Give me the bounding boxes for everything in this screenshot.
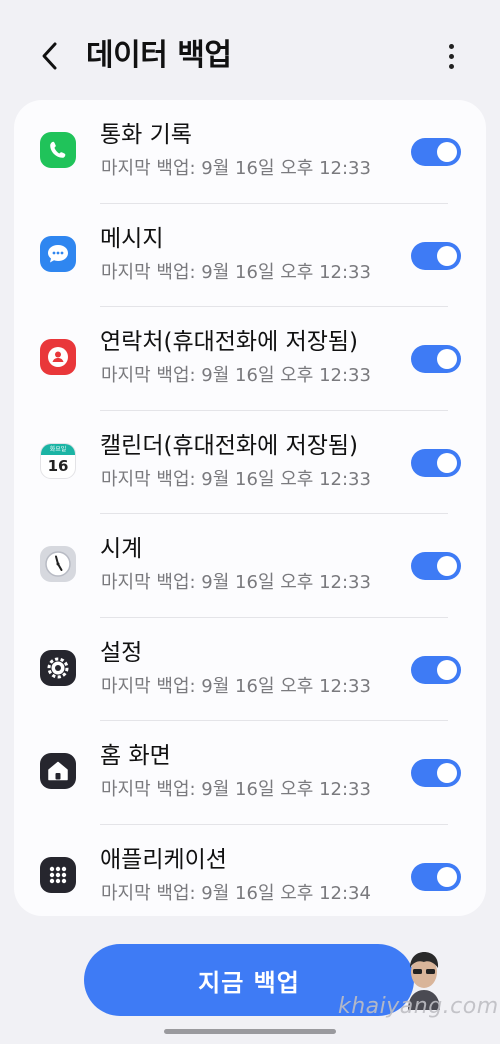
list-item-applications[interactable]: 애플리케이션 마지막 백업: 9월 16일 오후 12:34 <box>14 825 486 917</box>
toggle-knob <box>437 866 457 887</box>
item-title: 연락처(휴대전화에 저장됨) <box>100 329 359 355</box>
toggle-knob <box>437 349 457 369</box>
item-last-backup: 마지막 백업: 9월 16일 오후 12:34 <box>101 882 371 904</box>
home-icon <box>40 753 76 789</box>
apps-icon <box>40 856 76 893</box>
more-dot <box>448 53 454 59</box>
contacts-toggle[interactable] <box>411 345 461 373</box>
list-item-calendar[interactable]: 화요일 16 캘린더(휴대전화에 저장됨) 마지막 백업: 9월 16일 오후 … <box>14 411 486 514</box>
calendar-icon-day: 16 <box>47 456 69 475</box>
calendar-toggle[interactable] <box>411 448 461 477</box>
list-item-contacts[interactable]: 연락처(휴대전화에 저장됨) 마지막 백업: 9월 16일 오후 12:33 <box>14 307 486 411</box>
contacts-icon <box>40 339 76 375</box>
more-options-button[interactable] <box>438 38 464 74</box>
item-title: 통화 기록 <box>100 122 192 148</box>
phone-glyph <box>50 141 66 158</box>
back-button[interactable] <box>30 36 70 76</box>
item-title: 애플리케이션 <box>100 846 227 873</box>
toggle-knob <box>437 763 457 783</box>
item-title: 메시지 <box>100 225 164 252</box>
house-glyph <box>48 761 68 781</box>
item-last-backup: 마지막 백업: 9월 16일 오후 12:33 <box>101 779 371 800</box>
item-last-backup: 마지막 백업: 9월 16일 오후 12:33 <box>101 261 371 283</box>
home-indicator[interactable] <box>164 1029 336 1034</box>
calendar-icon: 화요일 16 <box>40 442 76 479</box>
clock-icon <box>40 546 76 582</box>
applications-toggle[interactable] <box>411 862 461 891</box>
home-screen-toggle[interactable] <box>411 759 461 787</box>
call-log-toggle[interactable] <box>411 138 461 166</box>
toggle-knob <box>437 142 457 162</box>
person-glyph <box>48 347 68 367</box>
item-last-backup: 마지막 백업: 9월 16일 오후 12:33 <box>101 572 371 593</box>
toggle-knob <box>437 452 457 473</box>
top-app-bar: 데이터 백업 <box>0 0 500 110</box>
item-title: 홈 화면 <box>100 743 171 769</box>
chevron-left-icon <box>42 42 57 70</box>
clock-face-glyph <box>45 551 71 577</box>
settings-icon <box>40 649 76 686</box>
clock-toggle[interactable] <box>411 552 461 580</box>
list-item-clock[interactable]: 시계 마지막 백업: 9월 16일 오후 12:33 <box>14 514 486 618</box>
item-title: 캘린더(휴대전화에 저장됨) <box>100 432 359 459</box>
toggle-knob <box>437 556 457 576</box>
list-item-call-log[interactable]: 통화 기록 마지막 백업: 9월 16일 오후 12:33 <box>14 100 486 204</box>
settings-toggle[interactable] <box>411 655 461 684</box>
messages-icon <box>40 235 76 272</box>
item-last-backup: 마지막 백업: 9월 16일 오후 12:33 <box>101 365 371 386</box>
list-item-messages[interactable]: 메시지 마지막 백업: 9월 16일 오후 12:33 <box>14 204 486 307</box>
item-last-backup: 마지막 백업: 9월 16일 오후 12:33 <box>101 675 371 697</box>
list-item-home-screen[interactable]: 홈 화면 마지막 백업: 9월 16일 오후 12:33 <box>14 721 486 825</box>
list-item-settings[interactable]: 설정 마지막 백업: 9월 16일 오후 12:33 <box>14 618 486 721</box>
item-last-backup: 마지막 백업: 9월 16일 오후 12:33 <box>101 468 371 490</box>
page-title: 데이터 백업 <box>86 38 232 73</box>
more-dot <box>448 43 454 49</box>
watermark-text: khaiyang.com <box>338 994 499 1019</box>
messages-toggle[interactable] <box>411 241 461 270</box>
message-bubble-glyph <box>48 244 68 262</box>
item-last-backup: 마지막 백업: 9월 16일 오후 12:33 <box>101 158 371 179</box>
backup-items-card: 통화 기록 마지막 백업: 9월 16일 오후 12:33 메시지 마지막 백업… <box>14 100 486 916</box>
phone-icon <box>40 132 76 168</box>
item-title: 설정 <box>100 639 143 666</box>
more-dot <box>448 63 454 69</box>
item-title: 시계 <box>100 536 143 562</box>
toggle-knob <box>437 659 457 680</box>
toggle-knob <box>437 245 457 266</box>
app-grid-glyph <box>49 866 67 883</box>
calendar-icon-header: 화요일 <box>41 443 75 455</box>
gear-glyph <box>47 657 69 678</box>
